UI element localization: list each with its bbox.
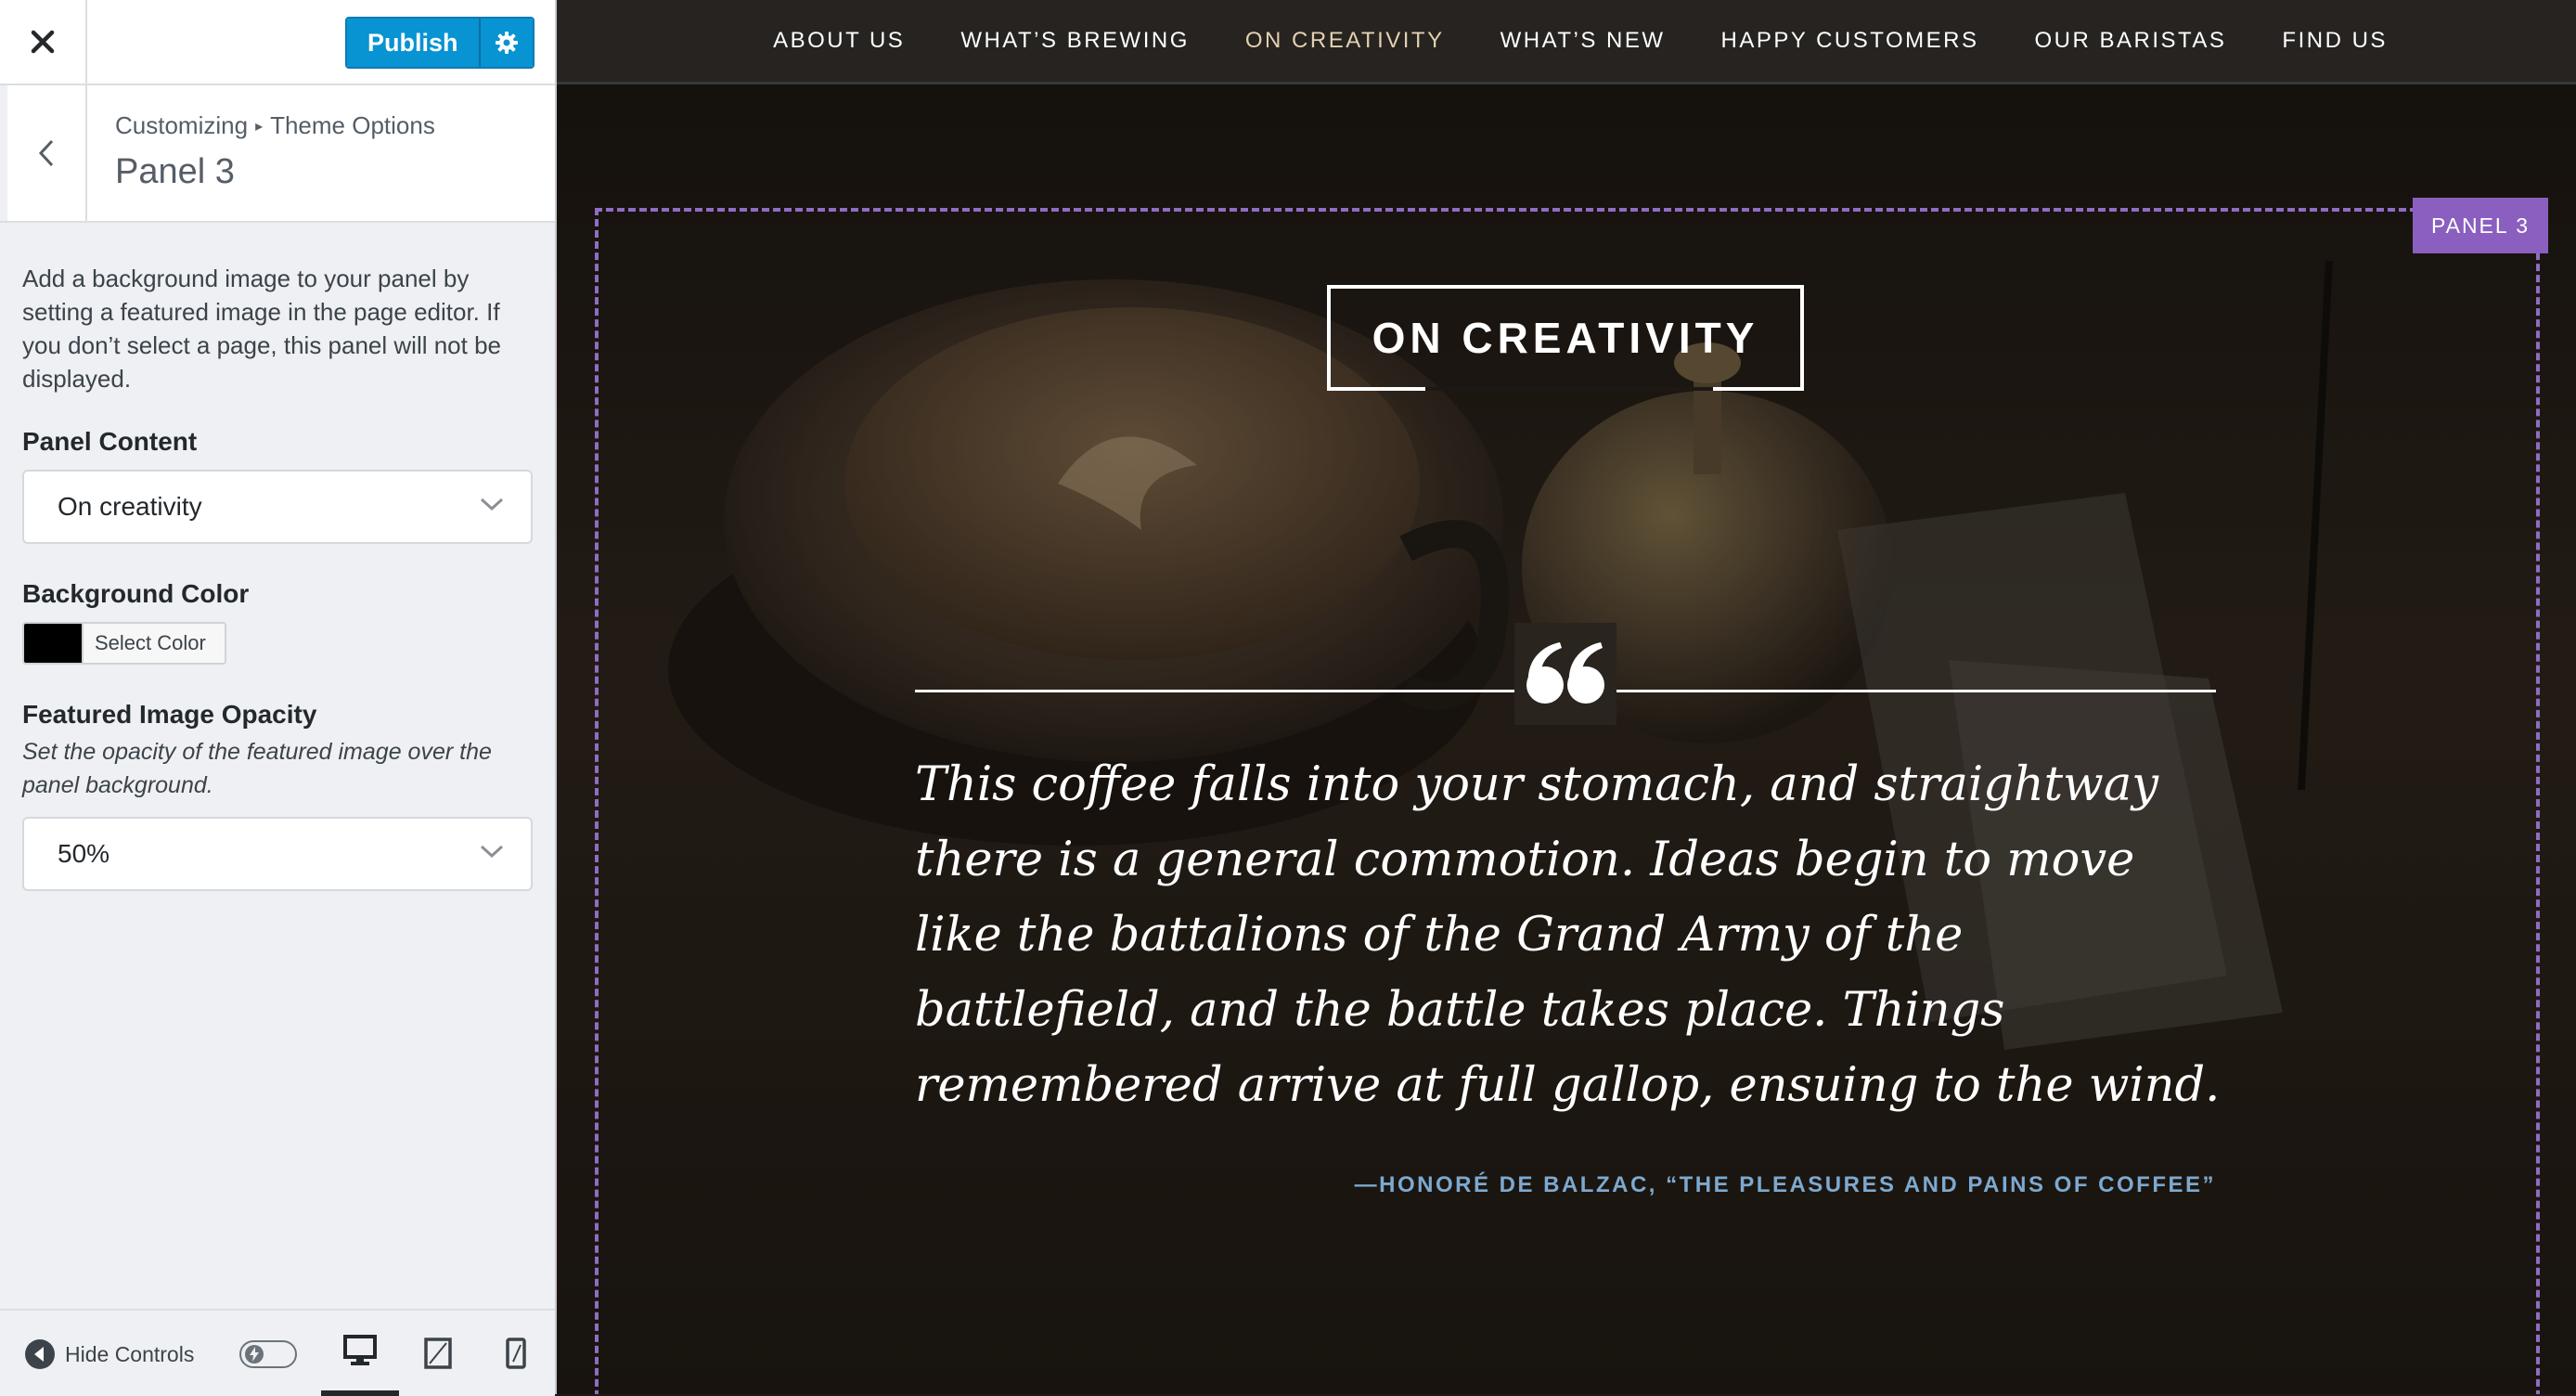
- tablet-icon: [424, 1338, 452, 1369]
- panel-content-control: Panel Content On creativity: [22, 427, 535, 544]
- nav-item-our-baristas[interactable]: OUR BARISTAS: [2035, 28, 2227, 54]
- preview-mobile-button[interactable]: [477, 1311, 555, 1396]
- collapse-icon: [25, 1339, 55, 1369]
- breadcrumb-parent: Theme Options: [270, 111, 435, 139]
- panel-badge[interactable]: PANEL 3: [2413, 198, 2548, 253]
- section-description: Add a background image to your panel by …: [22, 265, 502, 393]
- background-color-control: Background Color Select Color: [22, 579, 535, 665]
- close-icon: [31, 30, 55, 54]
- nav-item-on-creativity[interactable]: ON CREATIVITY: [1245, 28, 1445, 54]
- breadcrumb-root: Customizing: [115, 111, 249, 139]
- customizer-footer: Hide Controls: [0, 1309, 555, 1396]
- select-color-label: Select Color: [82, 624, 217, 663]
- chevron-down-icon: [480, 845, 504, 859]
- opacity-description: Set the opacity of the featured image ov…: [22, 739, 492, 798]
- publish-settings-button[interactable]: [480, 19, 533, 67]
- nav-item-whats-brewing[interactable]: WHAT’S BREWING: [960, 28, 1190, 54]
- close-customizer-button[interactable]: [0, 0, 87, 84]
- quote-text: This coffee falls into your stomach, and…: [915, 757, 2221, 1113]
- opacity-value: 50%: [58, 839, 110, 868]
- panel-title: ON CREATIVITY: [1372, 314, 1759, 362]
- opacity-select[interactable]: 50%: [22, 817, 533, 891]
- background-color-label: Background Color: [22, 579, 250, 608]
- chevron-down-icon: [480, 498, 504, 511]
- select-color-button[interactable]: Select Color: [22, 622, 226, 665]
- mobile-icon: [506, 1338, 526, 1369]
- panel-content-select[interactable]: On creativity: [22, 470, 533, 544]
- nav-item-find-us[interactable]: FIND US: [2282, 28, 2388, 54]
- opacity-label: Featured Image Opacity: [22, 700, 317, 729]
- nav-item-whats-new[interactable]: WHAT’S NEW: [1501, 28, 1666, 54]
- hide-controls-label: Hide Controls: [65, 1341, 195, 1366]
- publish-button-group: Publish: [345, 17, 535, 69]
- hide-controls-button[interactable]: Hide Controls: [24, 1338, 194, 1370]
- color-swatch: [24, 624, 82, 663]
- desktop-icon: [343, 1335, 377, 1365]
- section-controls: Add a background image to your panel by …: [22, 262, 535, 891]
- breadcrumb: Customizing ▸ Theme Options: [115, 111, 435, 140]
- gear-icon: [495, 32, 518, 54]
- preview-desktop-button[interactable]: [321, 1311, 399, 1396]
- site-preview: ABOUT US WHAT’S BREWING ON CREATIVITY WH…: [557, 0, 2576, 1394]
- nav-item-happy-customers[interactable]: HAPPY CUSTOMERS: [1720, 28, 1978, 54]
- panel-title-box: ON CREATIVITY: [1327, 285, 1804, 391]
- chevron-left-icon: [38, 139, 54, 167]
- back-button[interactable]: [0, 85, 87, 221]
- site-navigation: ABOUT US WHAT’S BREWING ON CREATIVITY WH…: [557, 0, 2576, 84]
- preview-toggle[interactable]: [239, 1340, 297, 1368]
- customizer-header: Publish: [0, 0, 555, 85]
- panel-3-section: PANEL 3 ON CREATIVITY This coffee falls …: [557, 84, 2576, 1394]
- quote-citation: —HONORÉ DE BALZAC, “THE PLEASURES AND PA…: [1354, 1172, 2216, 1197]
- opacity-control: Featured Image Opacity Set the opacity o…: [22, 700, 535, 891]
- breadcrumb-separator: ▸: [255, 119, 264, 135]
- panel-content-label: Panel Content: [22, 427, 198, 456]
- nav-item-about-us[interactable]: ABOUT US: [773, 28, 905, 54]
- section-header: Customizing ▸ Theme Options Panel 3: [0, 85, 555, 223]
- lightning-icon: [250, 1347, 259, 1362]
- panel-content-value: On creativity: [58, 492, 202, 521]
- preview-tablet-button[interactable]: [399, 1311, 477, 1396]
- section-title: Panel 3: [115, 152, 235, 191]
- customizer-sidebar: Publish Customizing ▸ Theme Options Pane…: [0, 0, 557, 1396]
- quote-icon: [1514, 623, 1616, 725]
- publish-button[interactable]: Publish: [347, 19, 481, 67]
- title-box-gap: [1425, 387, 1713, 391]
- nav-menu: ABOUT US WHAT’S BREWING ON CREATIVITY WH…: [717, 28, 2415, 54]
